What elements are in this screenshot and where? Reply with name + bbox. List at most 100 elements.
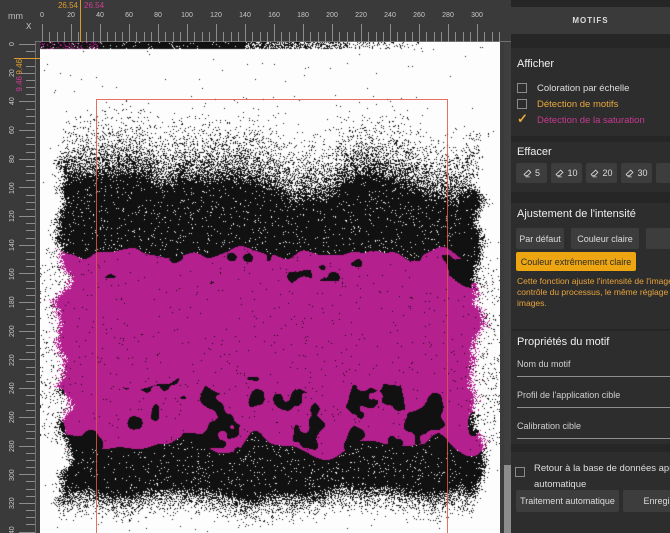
- ruler-tick: [19, 302, 35, 304]
- intensity-default-button[interactable]: Par défaut: [516, 228, 564, 249]
- return-to-database-checkbox[interactable]: [515, 467, 525, 477]
- checkbox-icon[interactable]: [517, 99, 527, 109]
- ruler-label: 160: [268, 12, 280, 19]
- checkbox-label: Détection de la saturation: [537, 114, 645, 126]
- ruler-label: 0: [40, 12, 44, 19]
- ruler-tick: [63, 32, 65, 42]
- ruler-tick: [26, 366, 35, 368]
- ruler-tick: [26, 230, 35, 232]
- ruler-tick: [19, 216, 35, 218]
- erase-30-button[interactable]: 30: [621, 163, 652, 183]
- ruler-tick: [26, 294, 35, 296]
- ruler-tick: [26, 137, 35, 139]
- ruler-tick: [237, 32, 239, 42]
- selection-rectangle[interactable]: [96, 99, 448, 533]
- ruler-tick: [26, 467, 35, 469]
- display-section: Afficher Coloration par échelle Détectio…: [511, 48, 670, 136]
- ruler-tick: [404, 32, 406, 42]
- cursor-x-line: [80, 0, 81, 42]
- unit-label: mm: [8, 11, 23, 21]
- ruler-tick: [266, 32, 268, 42]
- ruler-tick: [26, 151, 35, 153]
- ruler-tick: [259, 32, 261, 42]
- checkbox-label: Coloration par échelle: [537, 82, 630, 94]
- ruler-tick: [477, 24, 478, 42]
- pattern-name-input[interactable]: [517, 376, 670, 377]
- erase-10-button[interactable]: 10: [551, 163, 582, 183]
- target-calibration-input[interactable]: [517, 438, 670, 439]
- ruler-tick: [426, 32, 428, 42]
- ruler-label: 260: [9, 411, 16, 423]
- ruler-label: 180: [297, 12, 309, 19]
- ruler-label: 340: [9, 526, 16, 533]
- ruler-tick: [26, 424, 35, 425]
- ruler-tick: [19, 474, 35, 476]
- ruler-tick: [498, 32, 500, 42]
- target-calibration-label: Calibration cible: [517, 421, 582, 431]
- ruler-tick: [274, 24, 275, 42]
- ruler-tick: [26, 510, 35, 512]
- ruler-tick: [26, 87, 35, 89]
- ruler-tick: [129, 24, 130, 42]
- ruler-tick: [353, 32, 355, 42]
- ruler-tick: [26, 259, 35, 261]
- intensity-note-line: images.: [517, 298, 547, 308]
- ruler-tick: [346, 32, 348, 42]
- pattern-name-label: Nom du motif: [517, 359, 571, 369]
- intensity-light-button[interactable]: Couleur claire: [571, 228, 639, 249]
- automatic-processing-button[interactable]: Traitement automatique: [516, 490, 619, 512]
- ruler-label: 140: [9, 239, 16, 251]
- ruler-tick: [56, 32, 58, 42]
- ruler-tick: [26, 452, 35, 454]
- intensity-extremely-light-button[interactable]: Couleur extrêmement claire: [516, 252, 636, 271]
- ruler-tick: [397, 32, 399, 42]
- ruler-tick: [26, 517, 35, 519]
- target-profile-input[interactable]: [517, 407, 670, 408]
- ruler-tick: [26, 280, 35, 282]
- ruler-tick: [484, 32, 486, 42]
- ruler-tick: [136, 32, 138, 42]
- ruler-tick: [26, 223, 35, 225]
- ruler-tick: [172, 32, 174, 42]
- ruler-tick: [26, 65, 35, 67]
- erase-custom-button[interactable]: P: [656, 163, 670, 183]
- ruler-tick: [26, 323, 35, 325]
- cursor-y-value-secondary: 9.46: [15, 76, 24, 92]
- scrollbar-thumb[interactable]: [504, 465, 511, 533]
- erase-section: Effacer 5 10 20 30 P: [511, 142, 670, 192]
- ruler-tick: [194, 32, 196, 42]
- erase-20-button[interactable]: 20: [586, 163, 617, 183]
- display-heading: Afficher: [517, 58, 555, 70]
- ruler-tick: [150, 32, 152, 42]
- ruler-tick: [114, 32, 116, 42]
- ruler-tick: [26, 316, 35, 318]
- ruler-tick: [92, 32, 94, 42]
- ruler-tick: [455, 32, 457, 42]
- ruler-tick: [19, 244, 35, 246]
- checkmark-icon[interactable]: [517, 113, 531, 127]
- properties-section: Propriétés du motif Nom du motif Profil …: [511, 331, 670, 444]
- checkbox-detection-motifs[interactable]: Détection de motifs: [517, 98, 618, 110]
- ruler-tick: [26, 287, 35, 289]
- intensity-very-light-button[interactable]: Coul: [646, 228, 670, 249]
- checkbox-icon[interactable]: [517, 83, 527, 93]
- ruler-tick: [26, 345, 35, 347]
- checkbox-coloration-echelle[interactable]: Coloration par échelle: [517, 82, 629, 94]
- save-button[interactable]: Enregistrer: [623, 490, 670, 512]
- ruler-tick: [390, 24, 391, 42]
- ruler-tick: [26, 180, 35, 182]
- horizontal-ruler: mm X 0 20 40 60 80 100 120 140 160 180 200 220 240 26…: [0, 0, 511, 42]
- ruler-tick: [208, 32, 210, 42]
- ruler-label: 80: [154, 12, 162, 19]
- erase-5-button[interactable]: 5: [516, 163, 547, 183]
- ruler-tick: [26, 173, 35, 175]
- ruler-label: 240: [9, 382, 16, 395]
- return-to-database-label-line1: Retour à la base de données après un: [534, 463, 670, 474]
- vertical-scrollbar[interactable]: [504, 42, 511, 533]
- ruler-tick: [469, 32, 471, 42]
- checkbox-detection-saturation[interactable]: Détection de la saturation: [517, 114, 645, 126]
- intensity-note-line: Cette fonction ajuste l'intensité de l'i…: [517, 276, 670, 286]
- ruler-label: 280: [442, 12, 454, 19]
- ruler-tick: [223, 32, 225, 42]
- ruler-tick: [121, 32, 123, 42]
